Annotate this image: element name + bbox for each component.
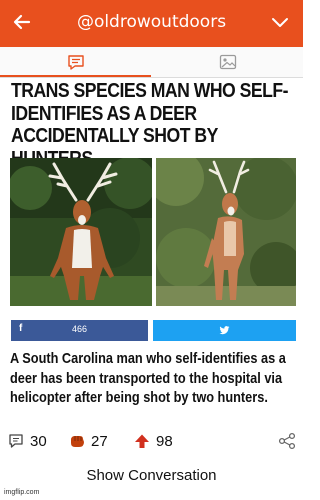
replies-count: 30 (30, 432, 47, 450)
post-stats: 30 27 98 (0, 428, 303, 454)
reblogs-count: 98 (156, 432, 173, 450)
deer-costume-photo-right[interactable] (156, 158, 296, 306)
imgflip-watermark: imgflip.com (2, 489, 42, 496)
twitter-bird-icon (219, 326, 230, 335)
facebook-share-button[interactable]: f 466 (11, 320, 148, 341)
show-conversation-button[interactable]: Show Conversation (0, 467, 303, 484)
likes-count: 27 (91, 432, 108, 450)
menu-dropdown-button[interactable] (269, 12, 291, 34)
image-icon (219, 54, 236, 70)
likes-stat[interactable]: 27 (68, 428, 108, 454)
post-headline: TRANS SPECIES MAN WHO SELF-IDENTIFIES AS… (11, 79, 288, 169)
replies-stat[interactable]: 30 (7, 428, 47, 454)
tab-text[interactable] (0, 47, 151, 77)
text-bubble-icon (67, 54, 84, 70)
post-body: A South Carolina man who self-identifies… (10, 350, 286, 406)
blog-handle[interactable]: @oldrowoutdoors (0, 12, 303, 32)
reblogs-stat[interactable]: 98 (133, 428, 173, 454)
arrow-up-icon (133, 432, 151, 450)
deer-costume-photo-left[interactable] (10, 158, 152, 306)
share-button[interactable] (278, 432, 296, 450)
speech-bubble-icon (7, 432, 25, 450)
tab-image[interactable] (152, 47, 303, 77)
facebook-share-count: 466 (71, 324, 88, 334)
share-icon (278, 432, 296, 450)
fist-bump-icon (68, 432, 86, 450)
post-images[interactable] (10, 158, 296, 306)
twitter-share-button[interactable] (153, 320, 296, 341)
top-bar: @oldrowoutdoors (0, 0, 303, 47)
chevron-down-icon (272, 18, 288, 27)
post-tabs (0, 47, 303, 77)
tabs-divider (0, 77, 303, 78)
